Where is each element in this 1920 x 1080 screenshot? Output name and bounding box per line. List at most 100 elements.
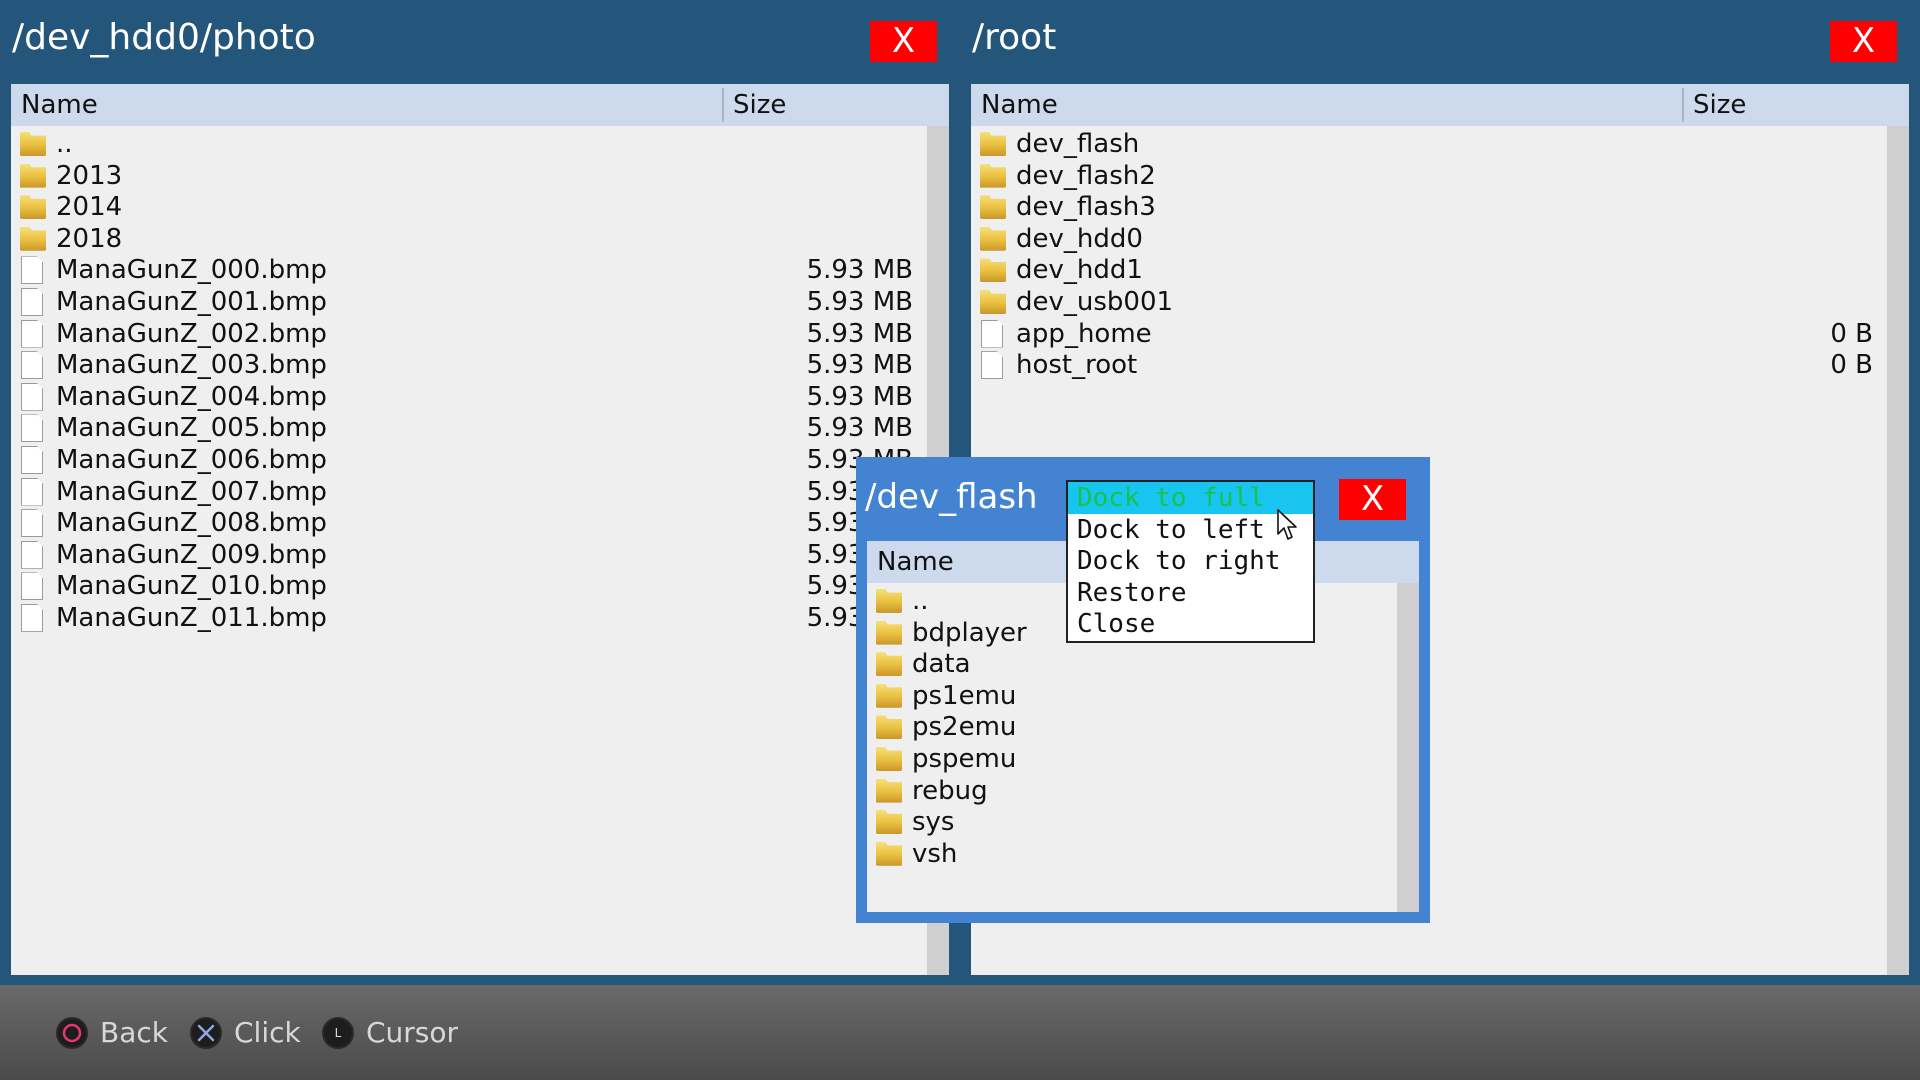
right-col-size-header[interactable]: Size [1693, 84, 1746, 126]
folder-row[interactable]: dev_usb001 [971, 286, 1909, 318]
row-name: rebug [912, 775, 988, 806]
left-col-name-header[interactable]: Name [21, 84, 98, 126]
file-icon [21, 540, 43, 569]
row-name: host_root [1016, 350, 1138, 381]
file-row[interactable]: app_home 0 B [971, 318, 1909, 350]
folder-row[interactable]: dev_flash2 [971, 160, 1909, 192]
row-name: ManaGunZ_010.bmp [56, 571, 327, 602]
row-name: dev_flash2 [1016, 160, 1156, 191]
l-stick-icon: L [322, 1016, 354, 1049]
folder-icon [980, 195, 1006, 220]
row-name: ManaGunZ_007.bmp [56, 476, 327, 507]
folder-row[interactable]: 2018 [11, 223, 949, 255]
left-file-panel: /dev_hdd0/photo X Name Size .. 2013 2014 20… [0, 0, 960, 985]
row-name: ManaGunZ_005.bmp [56, 413, 327, 444]
row-name: ps2emu [912, 712, 1017, 743]
row-name: bdplayer [912, 617, 1027, 648]
folder-row[interactable]: dev_flash3 [971, 191, 1909, 223]
folder-icon [980, 132, 1006, 156]
file-icon [21, 477, 43, 506]
folder-row[interactable]: sys [867, 806, 1419, 838]
folder-icon [876, 841, 902, 866]
folder-icon [876, 715, 902, 740]
file-row[interactable]: ManaGunZ_006.bmp5.93 MB [11, 444, 949, 476]
folder-icon [980, 289, 1006, 314]
row-size: 5.93 MB [806, 255, 913, 286]
folder-row[interactable]: data [867, 648, 1419, 680]
right-panel-close-button[interactable]: X [1830, 21, 1897, 62]
right-rows: dev_flash dev_flash2 dev_flash3 dev_hdd0 dev… [971, 128, 1909, 381]
hint-back: Back [56, 985, 168, 1080]
file-icon [981, 319, 1003, 348]
folder-row[interactable]: .. [11, 128, 949, 160]
file-icon [21, 351, 43, 380]
folder-icon [20, 195, 46, 220]
file-row[interactable]: ManaGunZ_003.bmp 5.93 MB [11, 349, 949, 381]
row-name: data [912, 649, 971, 680]
menu-item-restore[interactable]: Restore [1068, 577, 1313, 609]
menu-item-close[interactable]: Close [1068, 608, 1313, 640]
cross-button-icon [190, 1016, 222, 1049]
file-icon [21, 445, 43, 474]
right-panel-title: /root [972, 17, 1057, 58]
folder-row[interactable]: dev_hdd0 [971, 223, 1909, 255]
folder-icon [876, 810, 902, 835]
left-rows: .. 2013 2014 2018 ManaGunZ_000.bmp 5.93 MB Man… [11, 128, 949, 634]
float-panel-title: /dev_flash [865, 477, 1038, 517]
file-icon [981, 351, 1003, 380]
folder-icon [980, 226, 1006, 251]
file-row[interactable]: host_root 0 B [971, 349, 1909, 381]
right-col-divider[interactable] [1682, 88, 1684, 122]
left-file-list[interactable]: Name Size .. 2013 2014 2018 ManaGunZ_000.bmp… [11, 84, 949, 975]
row-name: ManaGunZ_009.bmp [56, 539, 327, 570]
row-name: vsh [912, 838, 958, 869]
file-icon [21, 256, 43, 285]
file-icon [21, 509, 43, 538]
folder-icon [876, 746, 902, 771]
hint-cursor: L Cursor [322, 985, 458, 1080]
folder-row[interactable]: dev_flash [971, 128, 1909, 160]
file-row[interactable]: ManaGunZ_007.bmp5.93 MB [11, 476, 949, 508]
folder-row[interactable]: dev_hdd1 [971, 254, 1909, 286]
left-panel-title: /dev_hdd0/photo [12, 17, 316, 58]
row-name: .. [912, 586, 929, 616]
float-col-name-header[interactable]: Name [877, 541, 954, 583]
folder-row[interactable]: pspemu [867, 743, 1419, 775]
float-panel-close-button[interactable]: X [1339, 479, 1406, 520]
file-row[interactable]: ManaGunZ_008.bmp5.93 MB [11, 507, 949, 539]
folder-icon [876, 652, 902, 677]
row-name: ManaGunZ_003.bmp [56, 350, 327, 381]
right-col-name-header[interactable]: Name [981, 84, 1058, 126]
folder-row[interactable]: rebug [867, 775, 1419, 807]
folder-row[interactable]: 2014 [11, 191, 949, 223]
folder-icon [980, 258, 1006, 283]
left-col-size-header[interactable]: Size [733, 84, 786, 126]
left-panel-close-button[interactable]: X [870, 21, 937, 62]
file-row[interactable]: ManaGunZ_009.bmp5.93 MB [11, 539, 949, 571]
folder-row[interactable]: vsh [867, 838, 1419, 870]
file-row[interactable]: ManaGunZ_005.bmp 5.93 MB [11, 412, 949, 444]
menu-item-dock-to-right[interactable]: Dock to right [1068, 545, 1313, 577]
file-row[interactable]: ManaGunZ_001.bmp 5.93 MB [11, 286, 949, 318]
file-icon [21, 603, 43, 632]
row-size: 5.93 MB [806, 318, 913, 349]
folder-row[interactable]: ps2emu [867, 711, 1419, 743]
folder-icon [20, 132, 46, 156]
file-row[interactable]: ManaGunZ_010.bmp5.93 MB [11, 570, 949, 602]
row-name: dev_usb001 [1016, 286, 1174, 317]
file-row[interactable]: ManaGunZ_011.bmp5.93 MB [11, 602, 949, 634]
row-name: ManaGunZ_002.bmp [56, 318, 327, 349]
hint-click: Click [190, 985, 301, 1080]
row-name: ps1emu [912, 680, 1017, 711]
file-row[interactable]: ManaGunZ_000.bmp 5.93 MB [11, 254, 949, 286]
file-row[interactable]: ManaGunZ_002.bmp 5.93 MB [11, 318, 949, 350]
file-icon [21, 319, 43, 348]
row-name: pspemu [912, 743, 1017, 774]
left-col-divider[interactable] [722, 88, 724, 122]
window-context-menu: Dock to full Dock to left Dock to right Res… [1066, 480, 1315, 643]
folder-row[interactable]: ps1emu [867, 680, 1419, 712]
hint-back-label: Back [100, 1016, 168, 1049]
hint-click-label: Click [234, 1016, 301, 1049]
file-row[interactable]: ManaGunZ_004.bmp 5.93 MB [11, 381, 949, 413]
folder-row[interactable]: 2013 [11, 160, 949, 192]
